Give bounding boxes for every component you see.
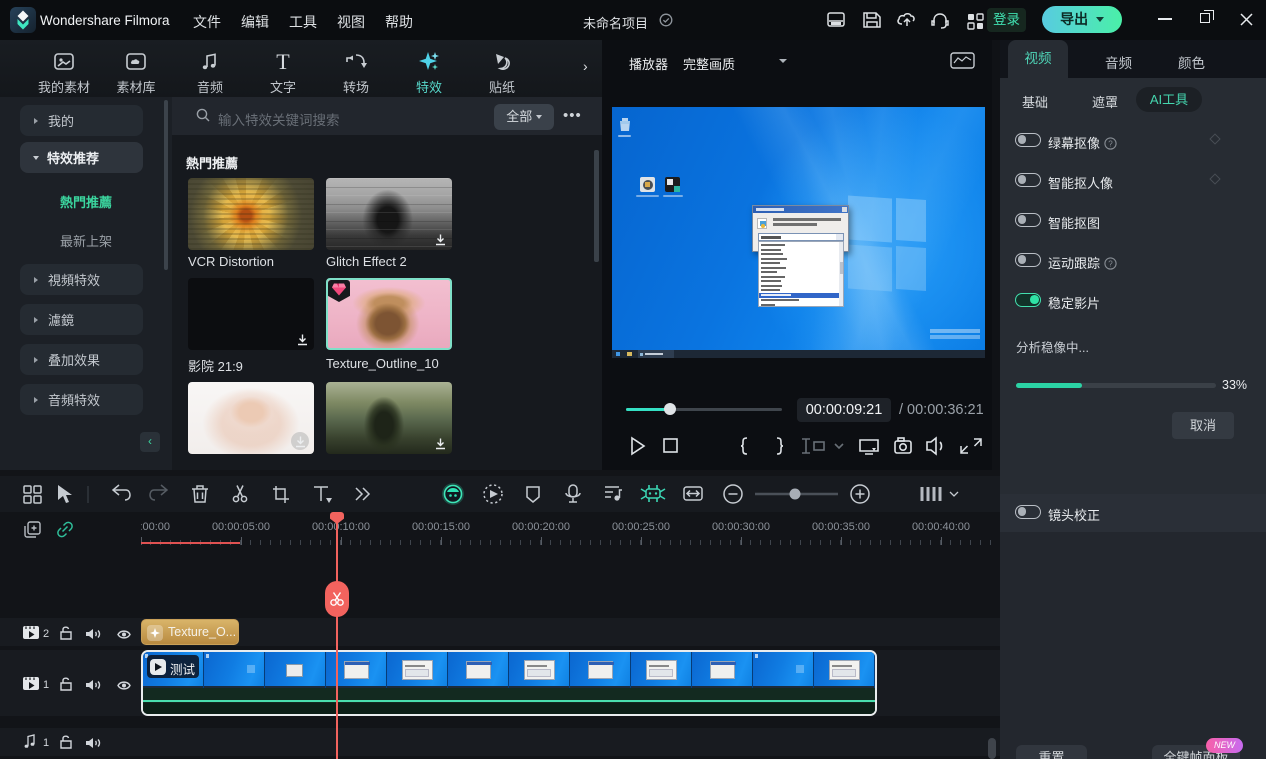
svg-text:?: ? [1108, 259, 1113, 268]
svg-text:1: 1 [43, 679, 49, 691]
svg-text:2: 2 [43, 628, 49, 640]
svg-text:?: ? [1108, 139, 1113, 148]
svg-text:1: 1 [43, 737, 49, 749]
